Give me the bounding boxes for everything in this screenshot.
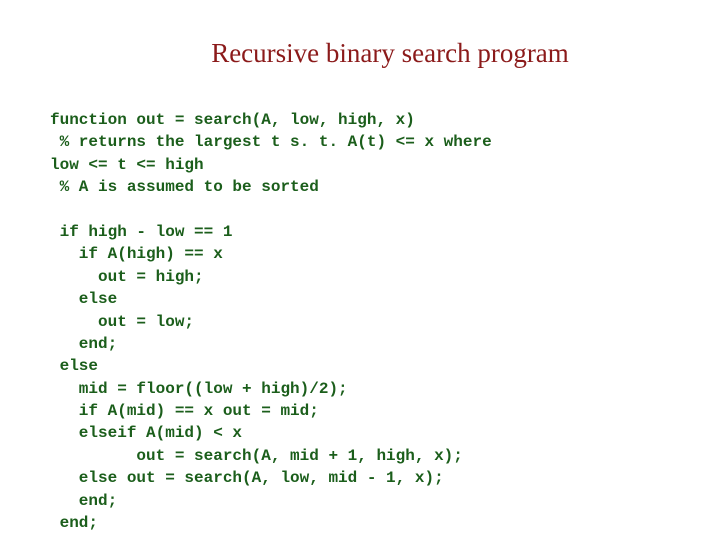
page-title: Recursive binary search program <box>40 38 680 69</box>
code-listing: function out = search(A, low, high, x) %… <box>40 109 680 534</box>
